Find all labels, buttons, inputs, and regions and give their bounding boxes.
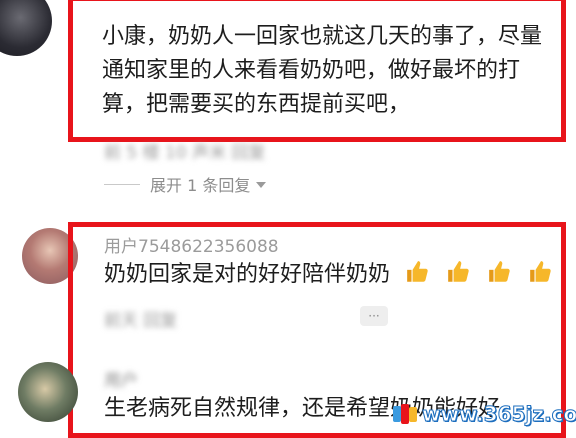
avatar-commenter-1[interactable] — [0, 0, 52, 56]
comment-1-text: 小康，奶奶人一回家也就这几天的事了，尽量通知家里的人来看看奶奶吧，做好最坏的打算… — [102, 24, 543, 117]
comment-2-body: 奶奶回家是对的好好陪伴奶奶 — [104, 258, 554, 292]
chevron-down-icon — [256, 182, 267, 188]
thumbs-up-icon — [530, 261, 551, 282]
expand-replies-label: 展开 1 条回复 — [150, 176, 251, 195]
divider-line — [104, 183, 140, 185]
more-options-label: ··· — [368, 309, 380, 323]
thumbs-up-icon — [448, 261, 469, 282]
thumbs-up-icon — [407, 261, 428, 282]
watermark-logo-icon — [393, 404, 417, 424]
comment-2-username[interactable]: 用户7548622356088 — [104, 232, 279, 257]
avatar-commenter-3[interactable] — [18, 362, 78, 422]
comment-2-meta: 前天 回复 — [104, 311, 178, 331]
watermark-text: www.365jz.com — [421, 402, 576, 427]
expand-replies-toggle[interactable]: 展开 1 条回复 — [104, 172, 267, 196]
comment-3-username[interactable]: 用户 — [104, 366, 138, 391]
comment-1-meta: 前 5 楼 10 声米 回复 — [104, 143, 266, 163]
comment-2-text: 奶奶回家是对的好好陪伴奶奶 — [104, 262, 391, 287]
more-options-button[interactable]: ··· — [360, 306, 388, 326]
watermark: www.365jz.com — [392, 402, 576, 427]
thumbs-up-icon — [489, 261, 510, 282]
